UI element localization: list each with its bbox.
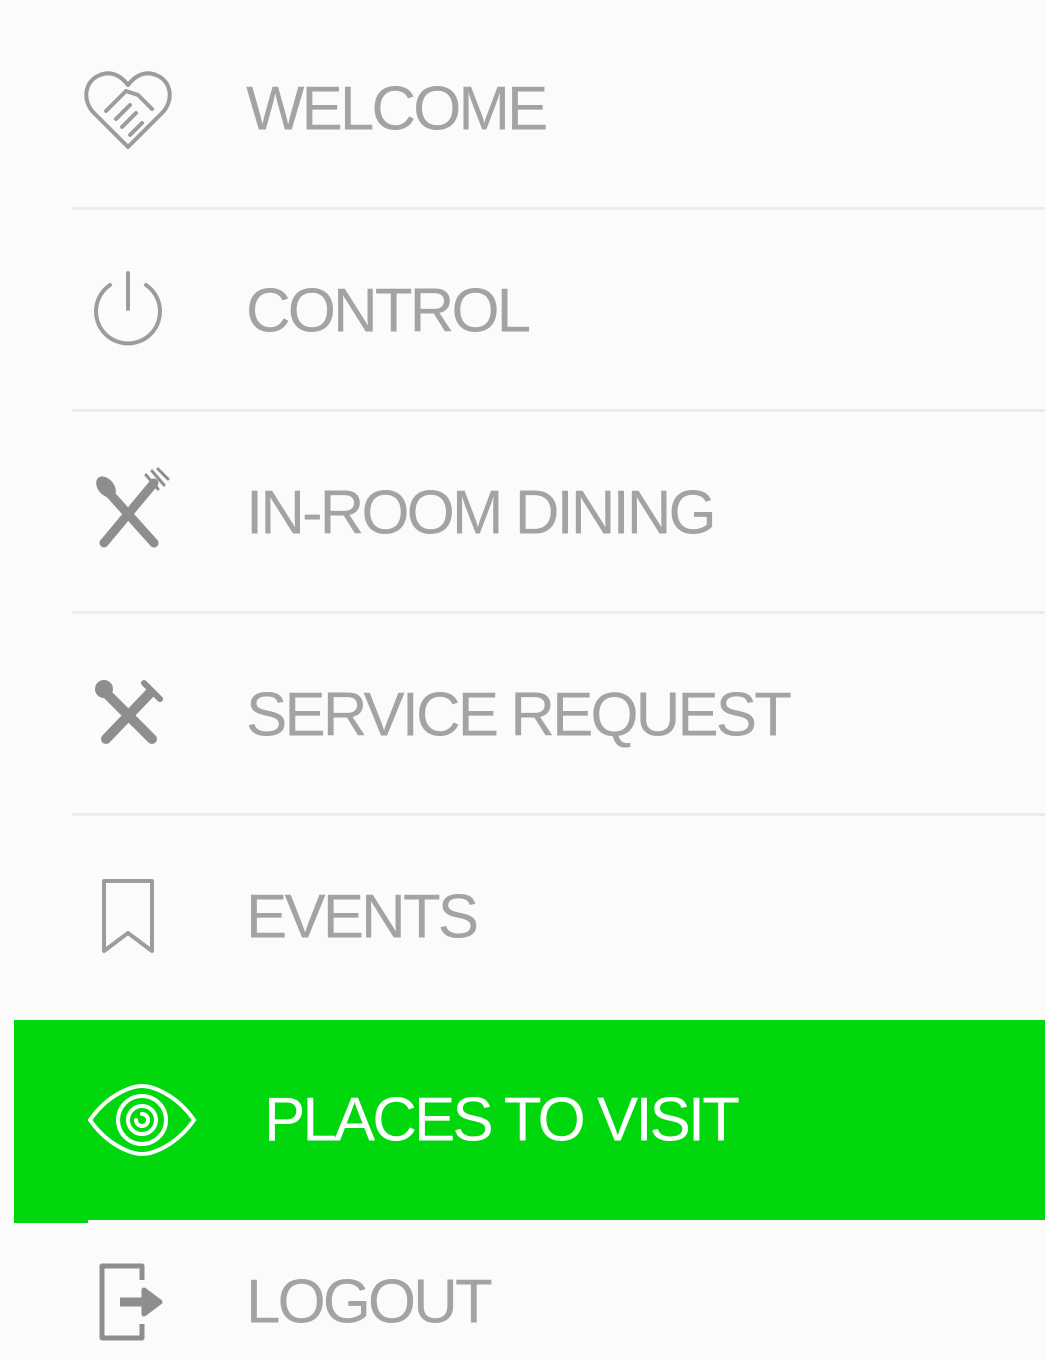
- side-menu: WELCOME CONTROL IN-ROOM DINING SERVICE R…: [0, 0, 1045, 1360]
- menu-item-label: CONTROL: [246, 276, 531, 346]
- power-icon: [80, 263, 176, 359]
- menu-item-service-request[interactable]: SERVICE REQUEST: [0, 614, 1045, 816]
- menu-item-welcome[interactable]: WELCOME: [0, 8, 1045, 210]
- menu-item-control[interactable]: CONTROL: [0, 210, 1045, 412]
- menu-item-label: EVENTS: [246, 882, 479, 952]
- eye-icon: [84, 1072, 200, 1168]
- menu-item-logout[interactable]: LOGOUT: [0, 1224, 1045, 1360]
- menu-item-in-room-dining[interactable]: IN-ROOM DINING: [0, 412, 1045, 614]
- menu-item-label: IN-ROOM DINING: [246, 478, 717, 548]
- menu-item-events[interactable]: EVENTS: [0, 816, 1045, 1018]
- menu-item-label: WELCOME: [246, 74, 548, 144]
- menu-item-label: PLACES TO VISIT: [264, 1085, 740, 1155]
- menu-item-places-to-visit[interactable]: PLACES TO VISIT: [14, 1020, 1045, 1220]
- active-indicator: [14, 1219, 88, 1223]
- handshake-heart-icon: [80, 61, 176, 157]
- bookmark-icon: [80, 869, 176, 965]
- logout-icon: [80, 1254, 176, 1350]
- fork-spoon-icon: [80, 465, 176, 561]
- tools-icon: [80, 667, 176, 763]
- menu-item-label: SERVICE REQUEST: [246, 680, 792, 750]
- menu-item-label: LOGOUT: [246, 1267, 493, 1337]
